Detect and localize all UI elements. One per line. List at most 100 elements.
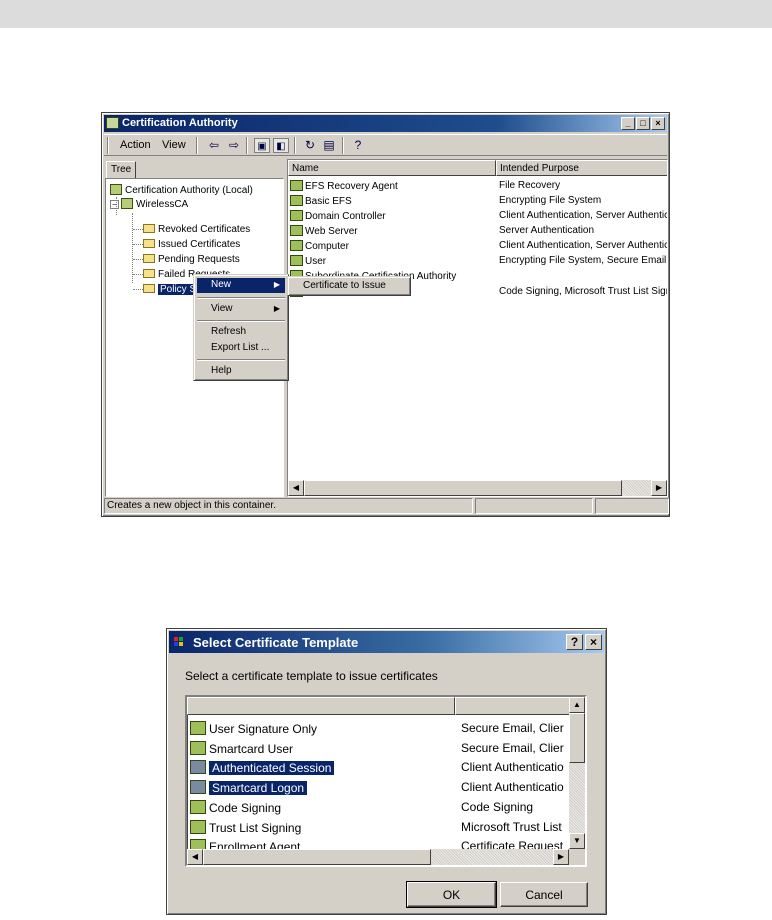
scroll-up-icon[interactable]: ▲ — [569, 697, 585, 713]
menu-separator — [197, 359, 285, 361]
certificate-authority-icon — [110, 184, 122, 195]
template-list-pane: Name Intended Purpose EFS Recovery Agent… — [287, 159, 668, 497]
certificate-template-icon — [290, 255, 303, 266]
close-button[interactable]: × — [651, 117, 665, 130]
ok-button[interactable]: OK — [406, 881, 497, 908]
row-purpose: Secure Email, Clier — [461, 741, 564, 755]
tree-item-label: Revoked Certificates — [158, 224, 251, 235]
scroll-thumb[interactable] — [304, 480, 622, 496]
column-header-name[interactable]: Name — [288, 160, 496, 176]
status-cell — [595, 498, 669, 514]
list-item[interactable]: Domain Controller Client Authentication, … — [290, 210, 667, 222]
row-name: EFS Recovery Agent — [305, 181, 398, 192]
tree-item-root[interactable]: Certification Authority (Local) — [110, 184, 253, 196]
window-titlebar[interactable]: Certification Authority _ □ × — [104, 115, 667, 132]
certificate-template-icon — [290, 225, 303, 236]
tree-item-wirelessca[interactable]: − WirelessCA — [110, 198, 188, 210]
list-item[interactable]: User Encrypting File System, Secure Email… — [290, 255, 667, 267]
list-item[interactable]: User Signature Only Secure Email, Clier — [190, 721, 564, 738]
show-tree-icon[interactable]: ◧ — [273, 138, 289, 153]
list-item-selected[interactable]: Authenticated Session Client Authenticati… — [190, 760, 564, 777]
row-purpose: Client Authentication, Server Authentic — [499, 240, 668, 251]
forward-arrow-icon[interactable]: ⇨ — [226, 138, 242, 153]
maximize-button[interactable]: □ — [636, 117, 650, 130]
up-folder-icon[interactable]: ▣ — [254, 138, 270, 153]
dialog-titlebar[interactable]: Select Certificate Template ? × — [169, 631, 604, 653]
list-item[interactable]: Trust List Signing Microsoft Trust List — [190, 820, 562, 837]
row-name: User Signature Only — [209, 722, 318, 736]
tree-item-pending[interactable]: Pending Requests — [143, 254, 240, 265]
cancel-button[interactable]: Cancel — [500, 882, 588, 907]
scroll-left-icon[interactable]: ◀ — [288, 480, 304, 496]
submenu-arrow-icon: ▶ — [273, 304, 280, 313]
list-item-selected[interactable]: Smartcard Logon Client Authenticatio — [190, 780, 564, 797]
menu-action-label: Action — [120, 139, 151, 151]
folder-icon — [143, 239, 155, 248]
scroll-down-icon[interactable]: ▼ — [569, 833, 585, 849]
tree-line — [133, 229, 143, 230]
export-list-icon[interactable]: ▤ — [321, 138, 337, 153]
scroll-left-icon[interactable]: ◀ — [187, 849, 203, 865]
menu-separator — [197, 297, 285, 299]
column-header-purpose[interactable]: Intended Purpose — [496, 160, 667, 176]
row-purpose: Encrypting File System, Secure Email, C — [499, 255, 668, 266]
menu-item-export-list[interactable]: Export List ... — [197, 341, 285, 356]
list-item[interactable]: Basic EFS Encrypting File System — [290, 195, 601, 207]
close-button[interactable]: × — [585, 634, 602, 650]
tree-item-label: Pending Requests — [158, 254, 240, 265]
back-arrow-icon[interactable]: ⇦ — [206, 138, 222, 153]
help-icon[interactable]: ? — [350, 138, 366, 153]
tree-item-label: WirelessCA — [136, 199, 189, 210]
menu-action[interactable]: Action — [120, 139, 151, 151]
list-item[interactable]: Web Server Server Authentication — [290, 225, 594, 237]
menu-item-help[interactable]: Help — [197, 364, 285, 379]
tree-line — [133, 289, 143, 290]
row-name: Smartcard Logon — [209, 781, 308, 795]
menu-view-label: View — [162, 139, 186, 151]
tree-item-label: Certification Authority (Local) — [125, 185, 253, 196]
folder-icon — [143, 224, 155, 233]
certification-authority-window: Certification Authority _ □ × Action Vie… — [101, 112, 670, 517]
context-menu: New ▶ View ▶ Refresh Export List ... Help — [193, 274, 289, 381]
list-item[interactable]: Code Signing Code Signing — [190, 800, 533, 817]
tab-tree[interactable]: Tree — [106, 161, 136, 179]
help-button[interactable]: ? — [566, 634, 583, 650]
list-item[interactable]: Computer Client Authentication, Server Au… — [290, 240, 667, 252]
tree-item-revoked[interactable]: Revoked Certificates — [143, 224, 250, 235]
column-header-name[interactable] — [187, 697, 455, 715]
menu-item-label: Help — [211, 365, 232, 376]
select-certificate-template-dialog: Select Certificate Template ? × Select a… — [166, 628, 607, 915]
list-item[interactable]: EFS Recovery Agent File Recovery — [290, 180, 560, 192]
menu-item-new[interactable]: New ▶ — [197, 278, 285, 293]
top-bar — [0, 0, 772, 28]
row-name: Code Signing — [209, 801, 282, 815]
refresh-icon[interactable]: ↻ — [302, 138, 318, 153]
scroll-right-icon[interactable]: ▶ — [553, 849, 569, 865]
ca-server-icon — [121, 198, 133, 209]
certificate-template-icon — [190, 741, 206, 755]
list-item[interactable]: Smartcard User Secure Email, Clier — [190, 741, 564, 758]
toolbar-separator — [342, 137, 344, 154]
menu-item-view[interactable]: View ▶ — [197, 302, 285, 317]
scroll-right-icon[interactable]: ▶ — [651, 480, 667, 496]
collapse-icon[interactable]: − — [110, 200, 119, 209]
tree-item-issued[interactable]: Issued Certificates — [143, 239, 240, 250]
column-header-purpose[interactable] — [455, 697, 570, 715]
menu-item-certificate-to-issue[interactable]: Certificate to Issue — [291, 279, 407, 294]
vertical-scroll-thumb[interactable] — [569, 713, 585, 763]
template-listview[interactable]: User Signature Only Secure Email, Clier S… — [185, 695, 587, 867]
menu-toolbar: Action View ⇦ ⇨ ▣ ◧ ↻ ▤ ? — [104, 134, 667, 156]
horizontal-scroll-thumb[interactable] — [203, 849, 431, 865]
row-purpose: Microsoft Trust List — [461, 820, 562, 834]
menu-view[interactable]: View — [162, 139, 186, 151]
menu-item-refresh[interactable]: Refresh — [197, 325, 285, 340]
row-purpose: Client Authenticatio — [461, 760, 564, 774]
menu-item-label: Export List ... — [211, 342, 270, 353]
tree-line — [132, 213, 133, 283]
minimize-button[interactable]: _ — [621, 117, 635, 130]
certificate-template-icon — [190, 780, 206, 794]
horizontal-scrollbar[interactable]: ◀ ▶ — [288, 480, 667, 496]
row-name: Computer — [305, 241, 349, 252]
window-title: Certification Authority — [122, 117, 238, 129]
row-name: Web Server — [305, 226, 358, 237]
